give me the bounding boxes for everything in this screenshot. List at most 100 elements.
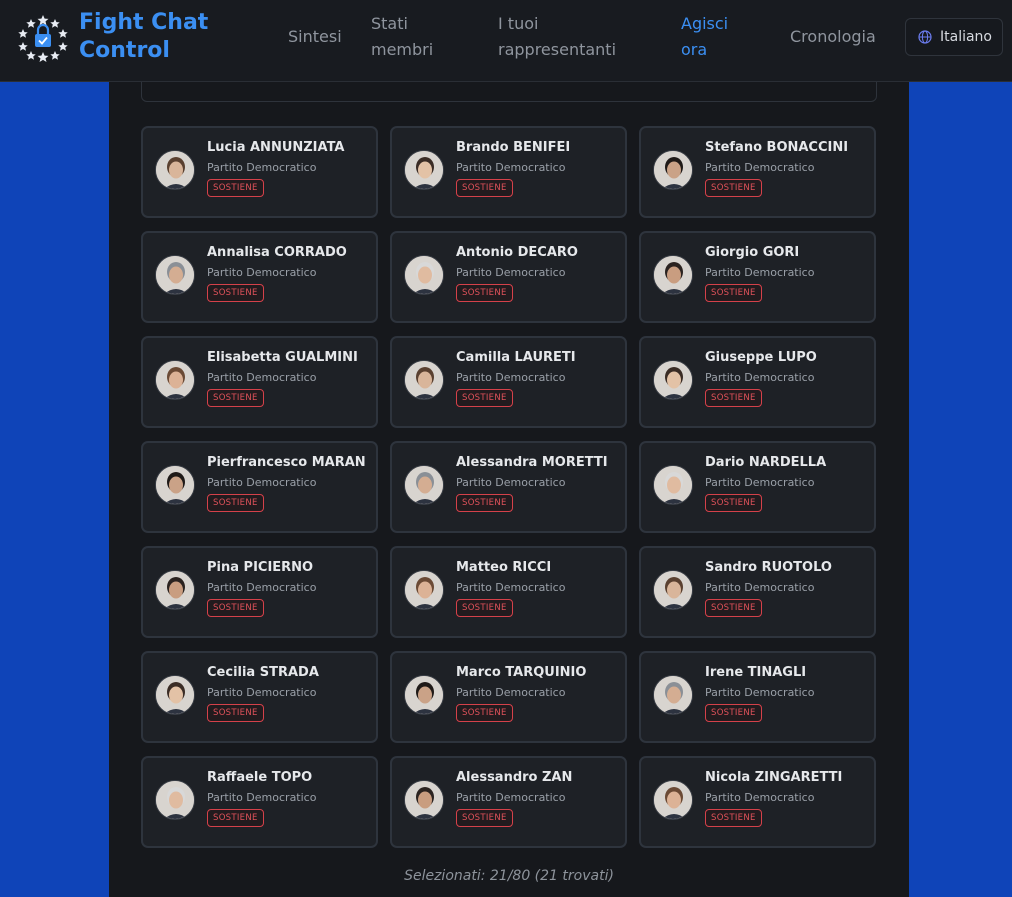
status-badge: SOSTIENE [456, 389, 513, 407]
representative-name: Alessandra MORETTI [456, 455, 608, 470]
representative-card[interactable]: Pina PICIERNO Partito Democratico SOSTIENE [141, 546, 378, 638]
status-badge: SOSTIENE [456, 179, 513, 197]
representative-card[interactable]: Nicola ZINGARETTI Partito Democratico SOST… [639, 756, 876, 848]
status-badge: SOSTIENE [705, 284, 762, 302]
representative-party: Partito Democratico [456, 266, 566, 279]
representative-card[interactable]: Lucia ANNUNZIATA Partito Democratico SOSTI… [141, 126, 378, 218]
representative-name: Pina PICIERNO [207, 560, 314, 575]
status-badge: SOSTIENE [207, 284, 264, 302]
representative-party: Partito Democratico [207, 266, 317, 279]
avatar [653, 675, 693, 715]
representative-name: Raffaele TOPO [207, 770, 313, 785]
status-badge: SOSTIENE [207, 704, 264, 722]
representatives-panel: Lucia ANNUNZIATA Partito Democratico SOSTI… [109, 59, 909, 897]
representative-card[interactable]: Sandro RUOTOLO Partito Democratico SOSTIEN… [639, 546, 876, 638]
nav-stati-membri[interactable]: Stati membri [371, 11, 451, 63]
representative-card[interactable]: Stefano BONACCINI Partito Democratico SOST… [639, 126, 876, 218]
avatar [155, 780, 195, 820]
top-navbar: Fight Chat Control Sintesi Stati membri … [0, 0, 1012, 82]
representative-card[interactable]: Pierfrancesco MARAN Partito Democratico SO… [141, 441, 378, 533]
status-badge: SOSTIENE [456, 704, 513, 722]
status-badge: SOSTIENE [705, 599, 762, 617]
representative-party: Partito Democratico [705, 791, 815, 804]
representative-card[interactable]: Annalisa CORRADO Partito Democratico SOSTI… [141, 231, 378, 323]
representative-party: Partito Democratico [705, 266, 815, 279]
globe-icon [918, 30, 932, 44]
status-badge: SOSTIENE [207, 494, 264, 512]
avatar [404, 465, 444, 505]
representative-name: Cecilia STRADA [207, 665, 319, 680]
representative-card[interactable]: Raffaele TOPO Partito Democratico SOSTIENE [141, 756, 378, 848]
selection-count: Selezionati: 21/80 (21 trovati) [404, 868, 614, 884]
status-badge: SOSTIENE [705, 809, 762, 827]
representative-card[interactable]: Camilla LAURETI Partito Democratico SOSTIE… [390, 336, 627, 428]
status-badge: SOSTIENE [207, 389, 264, 407]
nav-sintesi[interactable]: Sintesi [288, 24, 342, 50]
nav-cronologia[interactable]: Cronologia [790, 24, 876, 50]
representative-name: Alessandro ZAN [456, 770, 573, 785]
representative-card[interactable]: Alessandro ZAN Partito Democratico SOSTIEN… [390, 756, 627, 848]
representative-card[interactable]: Cecilia STRADA Partito Democratico SOSTIEN… [141, 651, 378, 743]
avatar [653, 570, 693, 610]
eu-lock-logo-icon[interactable] [18, 14, 68, 62]
representative-party: Partito Democratico [705, 686, 815, 699]
representative-name: Giuseppe LUPO [705, 350, 817, 365]
representative-name: Matteo RICCI [456, 560, 552, 575]
representative-name: Brando BENIFEI [456, 140, 571, 155]
representative-party: Partito Democratico [456, 791, 566, 804]
avatar [155, 675, 195, 715]
status-badge: SOSTIENE [207, 599, 264, 617]
nav-i-tuoi-rappresentanti[interactable]: I tuoi rappresentanti [498, 11, 638, 63]
avatar [155, 150, 195, 190]
avatar [404, 570, 444, 610]
representative-name: Elisabetta GUALMINI [207, 350, 358, 365]
representative-party: Partito Democratico [456, 686, 566, 699]
representative-card[interactable]: Alessandra MORETTI Partito Democratico SOS… [390, 441, 627, 533]
status-badge: SOSTIENE [705, 494, 762, 512]
representative-card[interactable]: Antonio DECARO Partito Democratico SOSTIEN… [390, 231, 627, 323]
representative-card[interactable]: Giorgio GORI Partito Democratico SOSTIENE [639, 231, 876, 323]
representative-card[interactable]: Dario NARDELLA Partito Democratico SOSTIEN… [639, 441, 876, 533]
avatar [404, 780, 444, 820]
status-badge: SOSTIENE [456, 284, 513, 302]
representative-party: Partito Democratico [705, 581, 815, 594]
representative-party: Partito Democratico [705, 371, 815, 384]
avatar [155, 255, 195, 295]
representative-card[interactable]: Giuseppe LUPO Partito Democratico SOSTIENE [639, 336, 876, 428]
representative-name: Marco TARQUINIO [456, 665, 587, 680]
representative-party: Partito Democratico [705, 476, 815, 489]
status-badge: SOSTIENE [705, 704, 762, 722]
avatar [404, 360, 444, 400]
avatar [653, 465, 693, 505]
representative-card[interactable]: Elisabetta GUALMINI Partito Democratico SO… [141, 336, 378, 428]
avatar [155, 465, 195, 505]
brand-title[interactable]: Fight Chat Control [79, 9, 229, 65]
representative-card[interactable]: Marco TARQUINIO Partito Democratico SOSTIE… [390, 651, 627, 743]
status-badge: SOSTIENE [456, 599, 513, 617]
avatar [404, 675, 444, 715]
representative-name: Giorgio GORI [705, 245, 800, 260]
nav-agisci-ora[interactable]: Agisci ora [681, 11, 741, 63]
avatar [155, 360, 195, 400]
representative-name: Nicola ZINGARETTI [705, 770, 843, 785]
representative-card[interactable]: Brando BENIFEI Partito Democratico SOSTIEN… [390, 126, 627, 218]
avatar [155, 570, 195, 610]
language-selector-button[interactable]: Italiano [905, 18, 1003, 56]
language-label: Italiano [940, 29, 992, 45]
status-badge: SOSTIENE [207, 179, 264, 197]
representative-name: Camilla LAURETI [456, 350, 576, 365]
representative-party: Partito Democratico [456, 161, 566, 174]
representative-card[interactable]: Matteo RICCI Partito Democratico SOSTIENE [390, 546, 627, 638]
representative-party: Partito Democratico [207, 476, 317, 489]
representative-name: Sandro RUOTOLO [705, 560, 832, 575]
avatar [653, 150, 693, 190]
representative-party: Partito Democratico [705, 161, 815, 174]
representative-party: Partito Democratico [456, 476, 566, 489]
representative-name: Stefano BONACCINI [705, 140, 849, 155]
representative-party: Partito Democratico [207, 161, 317, 174]
status-badge: SOSTIENE [207, 809, 264, 827]
representative-card[interactable]: Irene TINAGLI Partito Democratico SOSTIENE [639, 651, 876, 743]
status-badge: SOSTIENE [705, 389, 762, 407]
representative-party: Partito Democratico [207, 581, 317, 594]
avatar [404, 150, 444, 190]
